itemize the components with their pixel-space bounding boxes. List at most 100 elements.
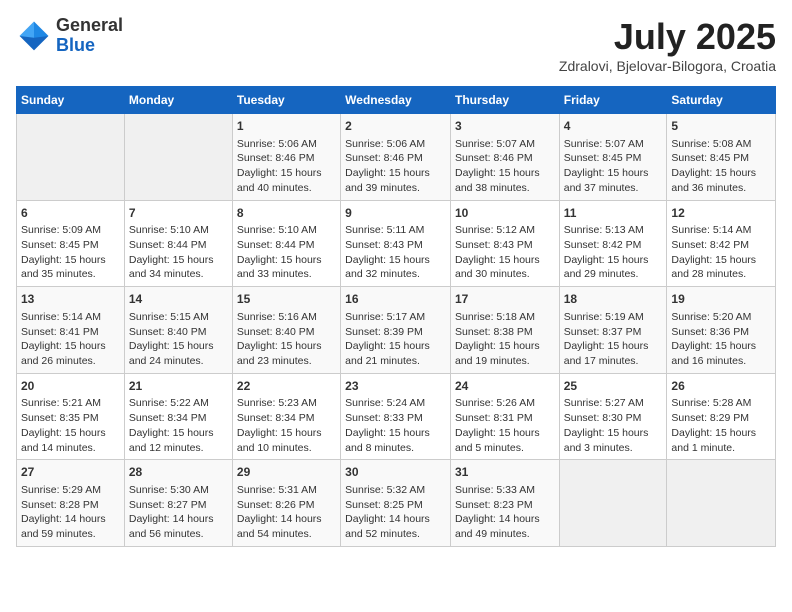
calendar-cell: 19 Sunrise: 5:20 AMSunset: 8:36 PMDayligh… — [667, 287, 776, 374]
day-number: 3 — [455, 118, 555, 135]
calendar-table: SundayMondayTuesdayWednesdayThursdayFrid… — [16, 86, 776, 547]
calendar-cell: 8Sunrise: 5:10 AMSunset: 8:44 PMDaylight… — [232, 200, 340, 287]
calendar-cell: 1 Sunrise: 5:06 AMSunset: 8:46 PMDaylight… — [232, 114, 340, 201]
cell-content: Sunrise: 5:17 AMSunset: 8:39 PMDaylight:… — [345, 310, 446, 369]
day-header-sunday: Sunday — [17, 87, 125, 114]
calendar-cell: 15 Sunrise: 5:16 AMSunset: 8:40 PMDayligh… — [232, 287, 340, 374]
cell-content: Sunrise: 5:18 AMSunset: 8:38 PMDaylight:… — [455, 310, 555, 369]
calendar-cell: 31 Sunrise: 5:33 AMSunset: 8:23 PMDayligh… — [450, 460, 559, 547]
cell-content: Sunrise: 5:11 AMSunset: 8:43 PMDaylight:… — [345, 223, 446, 282]
day-number: 4 — [564, 118, 663, 135]
day-number: 10 — [455, 205, 555, 222]
cell-content: Sunrise: 5:22 AMSunset: 8:34 PMDaylight:… — [129, 396, 228, 455]
day-number: 21 — [129, 378, 228, 395]
day-number: 6 — [21, 205, 120, 222]
cell-content: Sunrise: 5:09 AMSunset: 8:45 PMDaylight:… — [21, 223, 120, 282]
cell-content: Sunrise: 5:26 AMSunset: 8:31 PMDaylight:… — [455, 396, 555, 455]
day-number: 18 — [564, 291, 663, 308]
cell-content: Sunrise: 5:24 AMSunset: 8:33 PMDaylight:… — [345, 396, 446, 455]
day-number: 27 — [21, 464, 120, 481]
calendar-cell — [667, 460, 776, 547]
calendar-cell: 25Sunrise: 5:27 AMSunset: 8:30 PMDayligh… — [559, 373, 667, 460]
cell-content: Sunrise: 5:07 AMSunset: 8:45 PMDaylight:… — [564, 137, 663, 196]
cell-content: Sunrise: 5:16 AMSunset: 8:40 PMDaylight:… — [237, 310, 336, 369]
cell-content: Sunrise: 5:23 AMSunset: 8:34 PMDaylight:… — [237, 396, 336, 455]
month-title: July 2025 — [559, 16, 776, 58]
calendar-cell: 29 Sunrise: 5:31 AMSunset: 8:26 PMDayligh… — [232, 460, 340, 547]
title-block: July 2025 Zdralovi, Bjelovar-Bilogora, C… — [559, 16, 776, 74]
calendar-cell: 28 Sunrise: 5:30 AMSunset: 8:27 PMDayligh… — [124, 460, 232, 547]
day-number: 20 — [21, 378, 120, 395]
day-number: 1 — [237, 118, 336, 135]
day-number: 30 — [345, 464, 446, 481]
week-row: 13 Sunrise: 5:14 AMSunset: 8:41 PMDayligh… — [17, 287, 776, 374]
calendar-cell: 10Sunrise: 5:12 AMSunset: 8:43 PMDayligh… — [450, 200, 559, 287]
cell-content: Sunrise: 5:06 AMSunset: 8:46 PMDaylight:… — [237, 137, 336, 196]
day-number: 8 — [237, 205, 336, 222]
day-number: 28 — [129, 464, 228, 481]
cell-content: Sunrise: 5:06 AMSunset: 8:46 PMDaylight:… — [345, 137, 446, 196]
day-number: 19 — [671, 291, 771, 308]
day-number: 13 — [21, 291, 120, 308]
calendar-cell: 23Sunrise: 5:24 AMSunset: 8:33 PMDayligh… — [341, 373, 451, 460]
calendar-cell: 26Sunrise: 5:28 AMSunset: 8:29 PMDayligh… — [667, 373, 776, 460]
cell-content: Sunrise: 5:27 AMSunset: 8:30 PMDaylight:… — [564, 396, 663, 455]
calendar-cell: 20Sunrise: 5:21 AMSunset: 8:35 PMDayligh… — [17, 373, 125, 460]
day-number: 11 — [564, 205, 663, 222]
calendar-cell: 11Sunrise: 5:13 AMSunset: 8:42 PMDayligh… — [559, 200, 667, 287]
cell-content: Sunrise: 5:12 AMSunset: 8:43 PMDaylight:… — [455, 223, 555, 282]
day-number: 31 — [455, 464, 555, 481]
day-number: 29 — [237, 464, 336, 481]
cell-content: Sunrise: 5:14 AMSunset: 8:42 PMDaylight:… — [671, 223, 771, 282]
header-row: SundayMondayTuesdayWednesdayThursdayFrid… — [17, 87, 776, 114]
calendar-cell: 9Sunrise: 5:11 AMSunset: 8:43 PMDaylight… — [341, 200, 451, 287]
cell-content: Sunrise: 5:30 AMSunset: 8:27 PMDaylight:… — [129, 483, 228, 542]
calendar-cell: 17Sunrise: 5:18 AMSunset: 8:38 PMDayligh… — [450, 287, 559, 374]
cell-content: Sunrise: 5:31 AMSunset: 8:26 PMDaylight:… — [237, 483, 336, 542]
calendar-cell — [124, 114, 232, 201]
calendar-cell: 4 Sunrise: 5:07 AMSunset: 8:45 PMDaylight… — [559, 114, 667, 201]
day-header-wednesday: Wednesday — [341, 87, 451, 114]
day-number: 5 — [671, 118, 771, 135]
day-header-saturday: Saturday — [667, 87, 776, 114]
cell-content: Sunrise: 5:14 AMSunset: 8:41 PMDaylight:… — [21, 310, 120, 369]
cell-content: Sunrise: 5:20 AMSunset: 8:36 PMDaylight:… — [671, 310, 771, 369]
cell-content: Sunrise: 5:15 AMSunset: 8:40 PMDaylight:… — [129, 310, 228, 369]
cell-content: Sunrise: 5:28 AMSunset: 8:29 PMDaylight:… — [671, 396, 771, 455]
cell-content: Sunrise: 5:10 AMSunset: 8:44 PMDaylight:… — [237, 223, 336, 282]
cell-content: Sunrise: 5:10 AMSunset: 8:44 PMDaylight:… — [129, 223, 228, 282]
logo-blue: Blue — [56, 36, 123, 56]
calendar-cell: 5 Sunrise: 5:08 AMSunset: 8:45 PMDaylight… — [667, 114, 776, 201]
calendar-cell — [17, 114, 125, 201]
logo: General Blue — [16, 16, 123, 56]
day-header-tuesday: Tuesday — [232, 87, 340, 114]
day-number: 22 — [237, 378, 336, 395]
cell-content: Sunrise: 5:08 AMSunset: 8:45 PMDaylight:… — [671, 137, 771, 196]
day-number: 15 — [237, 291, 336, 308]
calendar-cell: 2 Sunrise: 5:06 AMSunset: 8:46 PMDaylight… — [341, 114, 451, 201]
day-number: 25 — [564, 378, 663, 395]
location: Zdralovi, Bjelovar-Bilogora, Croatia — [559, 58, 776, 74]
day-number: 26 — [671, 378, 771, 395]
day-number: 24 — [455, 378, 555, 395]
calendar-cell: 3Sunrise: 5:07 AMSunset: 8:46 PMDaylight… — [450, 114, 559, 201]
calendar-cell: 14Sunrise: 5:15 AMSunset: 8:40 PMDayligh… — [124, 287, 232, 374]
calendar-cell: 24Sunrise: 5:26 AMSunset: 8:31 PMDayligh… — [450, 373, 559, 460]
calendar-cell: 21Sunrise: 5:22 AMSunset: 8:34 PMDayligh… — [124, 373, 232, 460]
logo-text: General Blue — [56, 16, 123, 56]
logo-icon — [16, 18, 52, 54]
calendar-cell: 13 Sunrise: 5:14 AMSunset: 8:41 PMDayligh… — [17, 287, 125, 374]
day-number: 12 — [671, 205, 771, 222]
week-row: 20Sunrise: 5:21 AMSunset: 8:35 PMDayligh… — [17, 373, 776, 460]
day-number: 23 — [345, 378, 446, 395]
cell-content: Sunrise: 5:33 AMSunset: 8:23 PMDaylight:… — [455, 483, 555, 542]
week-row: 6Sunrise: 5:09 AMSunset: 8:45 PMDaylight… — [17, 200, 776, 287]
calendar-cell: 18Sunrise: 5:19 AMSunset: 8:37 PMDayligh… — [559, 287, 667, 374]
calendar-cell: 7Sunrise: 5:10 AMSunset: 8:44 PMDaylight… — [124, 200, 232, 287]
day-header-thursday: Thursday — [450, 87, 559, 114]
day-number: 16 — [345, 291, 446, 308]
day-number: 2 — [345, 118, 446, 135]
day-header-friday: Friday — [559, 87, 667, 114]
day-number: 7 — [129, 205, 228, 222]
day-number: 9 — [345, 205, 446, 222]
